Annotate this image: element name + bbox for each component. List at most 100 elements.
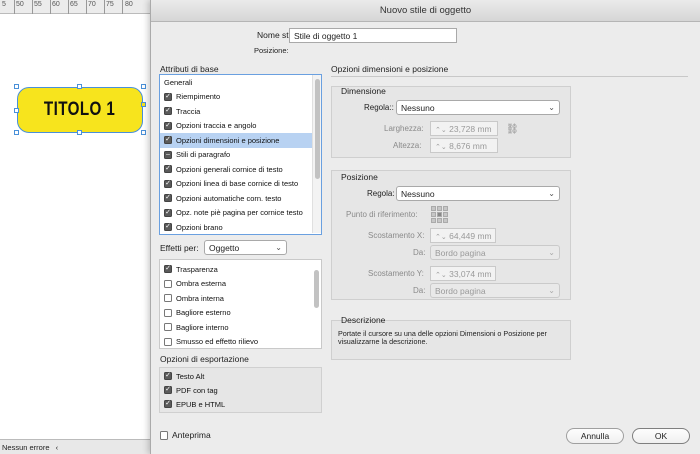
list-item-label: Opz. note piè pagina per cornice testo <box>176 208 303 218</box>
effects-list[interactable]: ✓ Trasparenza Ombra esterna Ombra intern… <box>159 259 322 349</box>
checkbox[interactable]: ✓ <box>164 136 172 145</box>
resize-handle-bottom-left[interactable] <box>14 130 19 135</box>
reference-point-cell[interactable] <box>443 212 448 217</box>
offset-y-input[interactable]: ⌃⌄ 33,074 mm <box>430 266 496 281</box>
list-item[interactable]: ✓ Opzioni automatiche corn. testo <box>160 191 312 206</box>
checkbox[interactable] <box>164 294 172 303</box>
list-item-label: Traccia <box>176 106 201 116</box>
width-input[interactable]: ⌃⌄ 23,728 mm <box>430 121 498 136</box>
resize-handle-bottom[interactable] <box>77 130 82 135</box>
list-item[interactable]: ✓ Traccia <box>160 104 312 119</box>
reference-point-grid-icon[interactable] <box>431 206 448 223</box>
reference-point-cell[interactable] <box>431 212 436 217</box>
ok-button[interactable]: OK <box>632 428 690 444</box>
position-adjust-label: Regola: <box>367 189 395 198</box>
description-heading: Descrizione <box>341 315 386 325</box>
base-attributes-list[interactable]: Generali ✓ Riempimento ✓ Traccia ✓ Opzio… <box>159 74 322 235</box>
style-name-input[interactable]: Stile di oggetto 1 <box>289 28 457 43</box>
checkbox[interactable]: ✓ <box>164 165 172 174</box>
preflight-status[interactable]: Nessun errore <box>2 443 50 452</box>
scrollbar[interactable] <box>312 260 321 348</box>
checkbox[interactable]: ✓ <box>164 179 172 188</box>
list-item[interactable]: ✓ Opzioni brano <box>160 220 312 234</box>
reference-point-cell[interactable] <box>443 206 448 211</box>
from-x-select[interactable]: Bordo pagina ⌄ <box>430 245 560 260</box>
list-item[interactable]: – Stili di paragrafo <box>160 148 312 163</box>
reference-point-cell[interactable] <box>437 206 442 211</box>
list-item[interactable]: Smusso ed effetto rilievo <box>160 335 312 349</box>
list-item[interactable]: Bagliore esterno <box>160 306 312 321</box>
checkbox[interactable]: ✓ <box>164 223 172 232</box>
scrollbar-thumb[interactable] <box>315 79 320 179</box>
reference-point-cell[interactable] <box>437 218 442 223</box>
checkbox[interactable] <box>164 323 172 332</box>
resize-handle-top-right[interactable] <box>141 84 146 89</box>
height-input[interactable]: ⌃⌄ 8,676 mm <box>430 138 498 153</box>
reference-point-cell[interactable] <box>443 218 448 223</box>
list-item-label: Ombra esterna <box>176 279 227 289</box>
cancel-button[interactable]: Annulla <box>566 428 624 444</box>
list-item[interactable]: Generali <box>160 75 312 90</box>
checkbox-indeterminate[interactable]: – <box>164 150 172 159</box>
checkbox[interactable]: ✓ <box>164 386 172 395</box>
from-y-select[interactable]: Bordo pagina ⌄ <box>430 283 560 298</box>
horizontal-ruler[interactable]: 5 50 55 60 65 70 75 80 <box>0 0 155 14</box>
list-item[interactable]: ✓ PDF con tag <box>160 383 312 398</box>
dialog-titlebar[interactable]: Nuovo stile di oggetto <box>151 0 700 22</box>
resize-handle-top[interactable] <box>77 84 82 89</box>
list-item-selected[interactable]: ✓ Opzioni dimensioni e posizione <box>160 133 312 148</box>
list-item-label: Bagliore esterno <box>176 308 231 318</box>
checkbox[interactable] <box>164 308 172 317</box>
preview-label: Anteprima <box>172 430 211 440</box>
chevron-left-icon[interactable]: ‹ <box>56 443 59 452</box>
list-item-label: Trasparenza <box>176 264 218 274</box>
scrollbar[interactable] <box>312 75 321 233</box>
reference-point-cell[interactable] <box>431 206 436 211</box>
page-area[interactable] <box>0 14 155 439</box>
position-adjust-value: Nessuno <box>401 189 435 199</box>
checkbox[interactable]: ✓ <box>164 265 172 274</box>
position-adjust-select[interactable]: Nessuno ⌄ <box>396 186 560 201</box>
frame-port-handle[interactable] <box>141 102 146 107</box>
selected-title-frame[interactable]: TITOLO 1 <box>17 87 143 133</box>
list-item[interactable]: ✓ Trasparenza <box>160 262 312 277</box>
list-item[interactable]: ✓ Riempimento <box>160 90 312 105</box>
ruler-tick <box>122 0 123 14</box>
preview-checkbox-row[interactable]: Anteprima <box>160 430 211 440</box>
checkbox[interactable]: ✓ <box>164 400 172 409</box>
resize-handle-top-left[interactable] <box>14 84 19 89</box>
reference-point-cell[interactable] <box>437 212 442 217</box>
list-item[interactable]: ✓ Testo Alt <box>160 369 312 384</box>
list-item[interactable]: ✓ EPUB e HTML <box>160 397 312 412</box>
width-label: Larghezza: <box>384 124 424 133</box>
ruler-tick-label: 80 <box>125 1 133 8</box>
size-adjust-label: Regola:: <box>364 103 394 112</box>
list-item[interactable]: ✓ Opzioni traccia e angolo <box>160 119 312 134</box>
checkbox[interactable]: ✓ <box>164 92 172 101</box>
list-item[interactable]: ✓ Opzioni linea di base cornice di testo <box>160 177 312 192</box>
offset-x-input[interactable]: ⌃⌄ 64,449 mm <box>430 228 496 243</box>
list-item[interactable]: Bagliore interno <box>160 320 312 335</box>
list-item[interactable]: Ombra esterna <box>160 277 312 292</box>
list-item[interactable]: Ombra interna <box>160 291 312 306</box>
preview-checkbox[interactable] <box>160 430 168 440</box>
offset-x-label: Scostamento X: <box>368 231 425 240</box>
reference-point-cell[interactable] <box>431 218 436 223</box>
ruler-tick-label: 75 <box>106 1 114 8</box>
checkbox[interactable]: ✓ <box>164 372 172 381</box>
from-x-label: Da: <box>413 248 426 257</box>
list-item[interactable]: ✓ Opzioni generali cornice di testo <box>160 162 312 177</box>
effects-for-select[interactable]: Oggetto ⌄ <box>204 240 287 255</box>
checkbox[interactable]: ✓ <box>164 208 172 217</box>
checkbox[interactable] <box>164 279 172 288</box>
checkbox[interactable]: ✓ <box>164 121 172 130</box>
checkbox[interactable] <box>164 337 172 346</box>
chain-link-icon[interactable]: ⛓ <box>506 124 519 135</box>
list-item[interactable]: ✓ Opz. note piè pagina per cornice testo <box>160 206 312 221</box>
resize-handle-bottom-right[interactable] <box>141 130 146 135</box>
resize-handle-left[interactable] <box>14 108 19 113</box>
checkbox[interactable]: ✓ <box>164 194 172 203</box>
scrollbar-thumb[interactable] <box>314 270 319 308</box>
checkbox[interactable]: ✓ <box>164 107 172 116</box>
size-adjust-select[interactable]: Nessuno ⌄ <box>396 100 560 115</box>
